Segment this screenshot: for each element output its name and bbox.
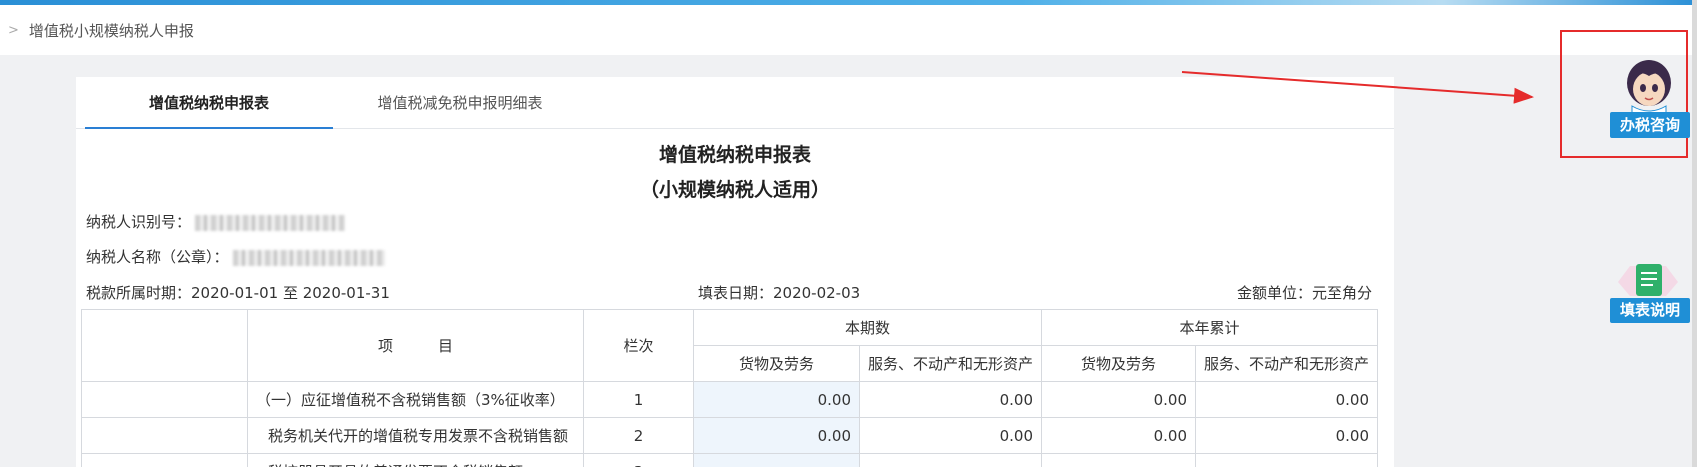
row-label: （一）应征增值税不含税销售额（3%征收率）	[247, 381, 584, 418]
declaration-panel: 增值税纳税申报表 增值税减免税申报明细表 增值税纳税申报表 （小规模纳税人适用）…	[76, 77, 1394, 467]
declaration-table: 项 目 栏次 本期数 本年累计 货物及劳务 服务、不动产和无形资产 货物及劳务 …	[81, 309, 1379, 467]
taxpayer-name-label: 纳税人名称（公章）：	[86, 248, 229, 266]
tab-vat-relief-detail[interactable]: 增值税减免税申报明细表	[355, 77, 565, 129]
fill-date: 填表日期：2020-02-03	[698, 284, 861, 302]
customer-service-avatar-icon[interactable]	[1618, 56, 1680, 114]
header-current-goods: 货物及劳务	[693, 345, 860, 382]
tab-vat-declaration[interactable]: 增值税纳税申报表	[85, 77, 333, 129]
table-row: （一）应征增值税不含税销售额（3%征收率） 1 0.00 0.00 0.00 0…	[81, 381, 1379, 418]
row-label: 税控器具开具的普通发票不含税销售额	[247, 453, 584, 467]
header-year-total: 本年累计	[1041, 309, 1379, 346]
value-cell: 0.00	[858, 381, 1043, 418]
taxpayer-name-row: 纳税人名称（公章）：	[86, 246, 385, 267]
taxpayer-id-row: 纳税人识别号：	[86, 211, 346, 232]
window-scrollbar-edge[interactable]	[1692, 0, 1697, 467]
header-current-period: 本期数	[692, 309, 1043, 346]
value-cell: 0.00	[1195, 381, 1379, 418]
value-cell	[1041, 453, 1197, 467]
value-cell: 0.00	[1195, 417, 1379, 454]
amount-unit: 金额单位：元至角分	[1236, 284, 1372, 302]
breadcrumb: > 增值税小规模纳税人申报	[0, 5, 1697, 55]
taxpayer-name-redacted	[232, 249, 385, 266]
value-cell	[1195, 453, 1379, 467]
tab-bar: 增值税纳税申报表 增值税减免税申报明细表	[76, 77, 1394, 129]
value-cell	[858, 453, 1043, 467]
row-no: 1	[583, 381, 694, 418]
row-blank-cell	[81, 381, 248, 418]
row-no: 2	[583, 417, 694, 454]
taxpayer-id-redacted	[195, 214, 346, 231]
form-subtitle: （小规模纳税人适用）	[639, 179, 830, 201]
header-column-no: 栏次	[583, 309, 694, 382]
header-year-services: 服务、不动产和无形资产	[1195, 345, 1379, 382]
value-input[interactable]	[693, 453, 860, 467]
header-year-goods: 货物及劳务	[1041, 345, 1197, 382]
table-row: 税控器具开具的普通发票不含税销售额 3	[81, 453, 1379, 467]
row-blank-cell	[81, 417, 248, 454]
breadcrumb-separator: >	[8, 22, 19, 38]
header-blank-cell	[81, 309, 248, 382]
header-item: 项 目	[247, 309, 584, 382]
header-current-services: 服务、不动产和无形资产	[858, 345, 1043, 382]
value-input[interactable]: 0.00	[693, 381, 860, 418]
fill-guide-button[interactable]: 填表说明	[1610, 298, 1690, 323]
table-header-row: 项 目 栏次 本期数 本年累计	[81, 309, 1379, 382]
tax-period: 税款所属时期：2020-01-01 至 2020-01-31	[86, 284, 390, 302]
breadcrumb-current[interactable]: 增值税小规模纳税人申报	[29, 20, 194, 41]
tax-consult-button[interactable]: 办税咨询	[1610, 112, 1690, 138]
value-cell: 0.00	[1041, 417, 1197, 454]
row-blank-cell	[81, 453, 248, 467]
value-cell: 0.00	[1041, 381, 1197, 418]
taxpayer-id-label: 纳税人识别号：	[86, 213, 192, 231]
row-label: 税务机关代开的增值税专用发票不含税销售额	[247, 417, 584, 454]
row-no: 3	[583, 453, 694, 467]
value-input[interactable]: 0.00	[693, 417, 860, 454]
table-row: 税务机关代开的增值税专用发票不含税销售额 2 0.00 0.00 0.00 0.…	[81, 417, 1379, 454]
form-title: 增值税纳税申报表	[658, 144, 811, 166]
value-cell: 0.00	[858, 417, 1043, 454]
notebook-icon[interactable]	[1616, 262, 1680, 298]
